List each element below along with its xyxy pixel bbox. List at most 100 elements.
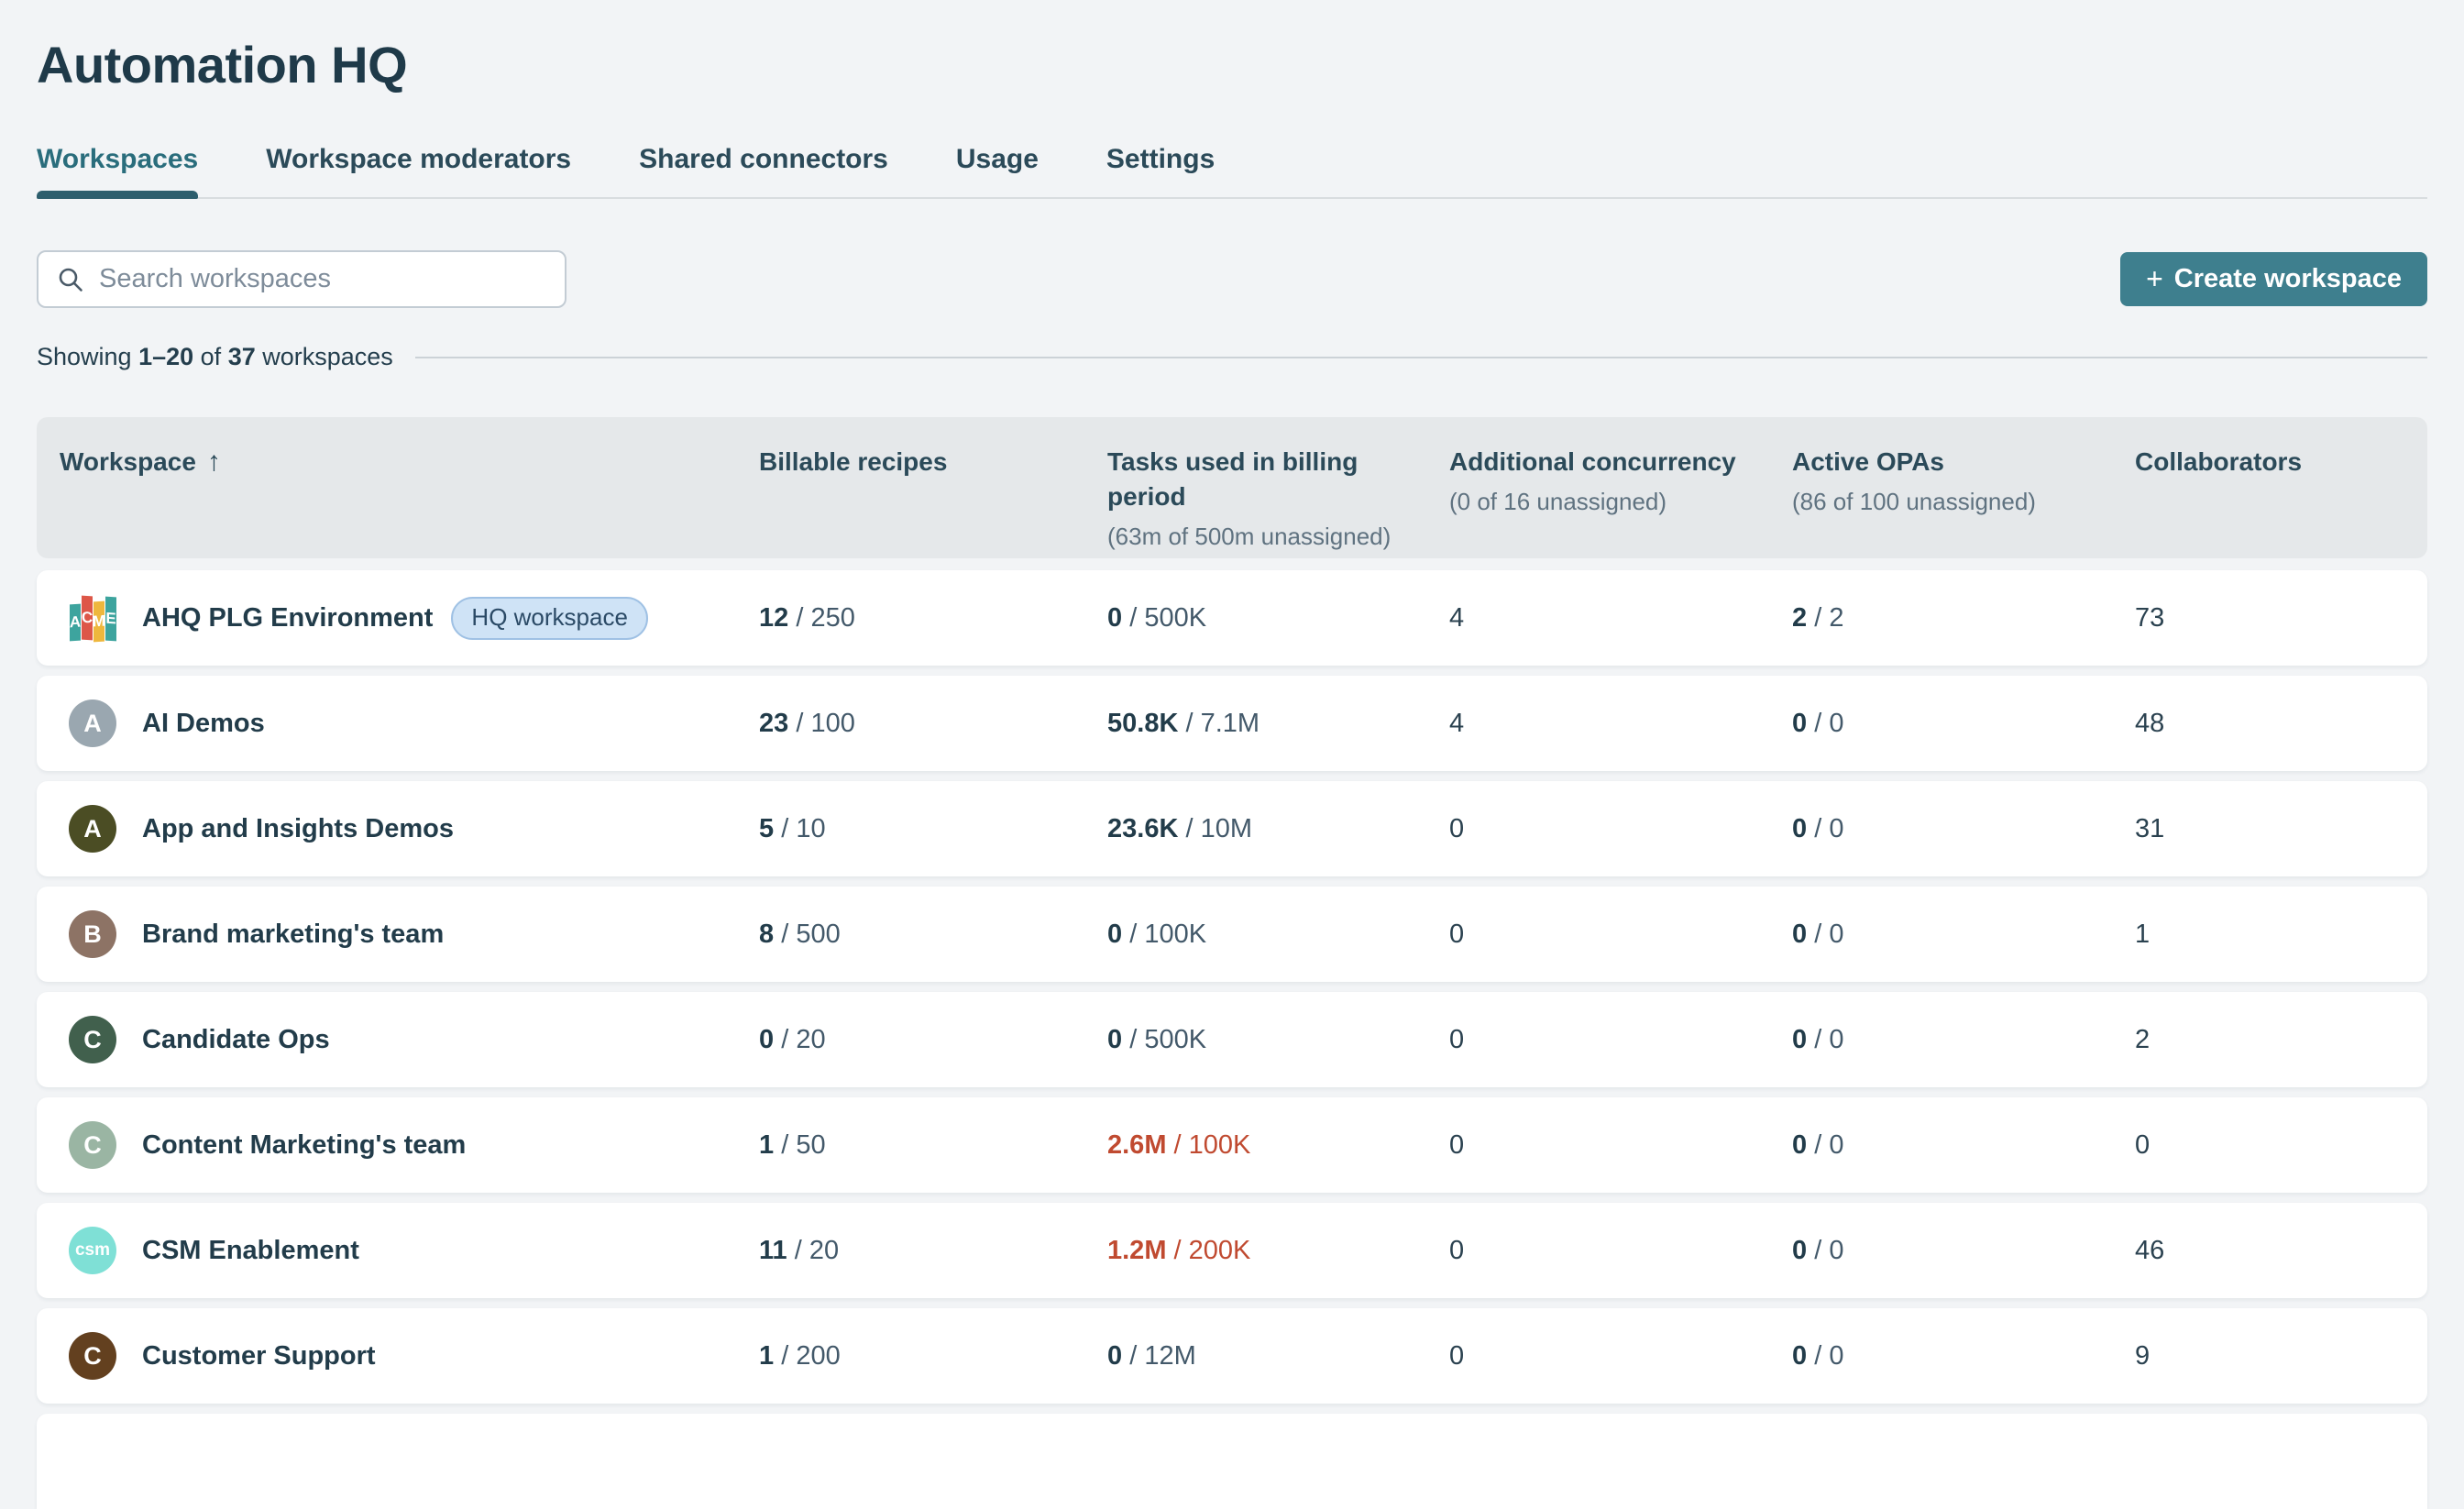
- table-row[interactable]: csm CSM Enablement 11 / 20 1.2M / 200K 0…: [37, 1203, 2427, 1298]
- tab-bar: Workspaces Workspace moderators Shared c…: [37, 144, 2427, 199]
- column-header-collaborators: Collaborators: [2112, 417, 2427, 558]
- logo-letter: A: [70, 604, 81, 642]
- column-sublabel: (86 of 100 unassigned): [1792, 487, 2112, 518]
- tasks-used-cell: 50.8K / 7.1M: [1084, 709, 1426, 739]
- workspace-cell: ACME AHQ PLG Environment HQ workspace: [37, 594, 736, 642]
- workspaces-table: Workspace↑ Billable recipes Tasks used in …: [37, 417, 2427, 1509]
- table-header-row: Workspace↑ Billable recipes Tasks used in …: [37, 417, 2427, 558]
- table-row[interactable]: B Brand marketing's team 8 / 500 0 / 100…: [37, 887, 2427, 982]
- workspace-cell: A App and Insights Demos: [37, 805, 736, 853]
- column-label: Tasks used in billing period: [1107, 447, 1358, 511]
- tab-workspaces[interactable]: Workspaces: [37, 144, 198, 197]
- toolbar: + Create workspace: [37, 250, 2427, 308]
- summary-total: 37: [228, 343, 256, 371]
- page-title: Automation HQ: [37, 35, 2427, 94]
- workspace-avatar: A: [69, 699, 116, 747]
- collaborators-cell: 48: [2112, 709, 2427, 739]
- column-label: Active OPAs: [1792, 447, 1944, 476]
- column-label: Billable recipes: [759, 447, 947, 476]
- workspace-avatar: C: [69, 1121, 116, 1169]
- workspace-avatar: C: [69, 1016, 116, 1063]
- workspace-name: App and Insights Demos: [142, 814, 454, 844]
- workspace-cell: csm CSM Enablement: [37, 1227, 736, 1274]
- column-header-additional-concurrency: Additional concurrency (0 of 16 unassigne…: [1426, 417, 1769, 558]
- column-label: Additional concurrency: [1449, 447, 1736, 476]
- additional-concurrency-cell: 0: [1426, 1341, 1769, 1371]
- next-row-partial: [37, 1414, 2427, 1509]
- summary-range: 1–20: [138, 343, 193, 371]
- additional-concurrency-cell: 4: [1426, 709, 1769, 739]
- workspace-name: Brand marketing's team: [142, 920, 444, 950]
- logo-letter: M: [94, 601, 104, 643]
- active-opas-cell: 0 / 0: [1769, 1236, 2112, 1266]
- logo-letter: E: [105, 597, 116, 642]
- workspace-name: Content Marketing's team: [142, 1130, 466, 1161]
- table-row[interactable]: A App and Insights Demos 5 / 10 23.6K / …: [37, 781, 2427, 876]
- collaborators-cell: 1: [2112, 920, 2427, 950]
- workspace-avatar: A: [69, 805, 116, 853]
- search-input[interactable]: [99, 264, 546, 294]
- additional-concurrency-cell: 0: [1426, 1130, 1769, 1161]
- active-opas-cell: 0 / 0: [1769, 709, 2112, 739]
- additional-concurrency-cell: 4: [1426, 603, 1769, 633]
- workspace-cell: A AI Demos: [37, 699, 736, 747]
- tasks-used-cell: 23.6K / 10M: [1084, 814, 1426, 844]
- collaborators-cell: 73: [2112, 603, 2427, 633]
- additional-concurrency-cell: 0: [1426, 1025, 1769, 1055]
- table-row[interactable]: A AI Demos 23 / 100 50.8K / 7.1M 4 0 / 0…: [37, 676, 2427, 771]
- workspace-avatar: B: [69, 910, 116, 958]
- tab-settings[interactable]: Settings: [1106, 144, 1215, 197]
- billable-recipes-cell: 8 / 500: [736, 920, 1084, 950]
- active-opas-cell: 0 / 0: [1769, 1025, 2112, 1055]
- collaborators-cell: 31: [2112, 814, 2427, 844]
- create-workspace-button[interactable]: + Create workspace: [2120, 252, 2427, 306]
- additional-concurrency-cell: 0: [1426, 814, 1769, 844]
- automation-hq-page: Automation HQ Workspaces Workspace moder…: [0, 35, 2464, 1509]
- workspace-avatar: C: [69, 1332, 116, 1380]
- plus-icon: +: [2146, 262, 2163, 296]
- summary-divider: [415, 357, 2427, 358]
- column-header-workspace[interactable]: Workspace↑: [37, 417, 736, 558]
- table-body: ACME AHQ PLG Environment HQ workspace 1 2…: [37, 570, 2427, 1404]
- additional-concurrency-cell: 0: [1426, 1236, 1769, 1266]
- additional-concurrency-cell: 0: [1426, 920, 1769, 950]
- tasks-used-cell: 0 / 100K: [1084, 920, 1426, 950]
- active-opas-cell: 0 / 0: [1769, 1341, 2112, 1371]
- workspace-cell: C Content Marketing's team: [37, 1121, 736, 1169]
- tasks-used-cell: 2.6M / 100K: [1084, 1130, 1426, 1161]
- tasks-used-cell: 1.2M / 200K: [1084, 1236, 1426, 1266]
- billable-recipes-cell: 5 / 10: [736, 814, 1084, 844]
- workspace-avatar: csm: [69, 1227, 116, 1274]
- workspace-cell: C Customer Support: [37, 1332, 736, 1380]
- active-opas-cell: 2 / 2: [1769, 603, 2112, 633]
- tasks-used-cell: 0 / 500K: [1084, 603, 1426, 633]
- column-label: Workspace: [60, 447, 196, 476]
- workspace-cell: B Brand marketing's team: [37, 910, 736, 958]
- workspace-cell: C Candidate Ops: [37, 1016, 736, 1063]
- tab-shared-connectors[interactable]: Shared connectors: [639, 144, 888, 197]
- billable-recipes-cell: 1 / 50: [736, 1130, 1084, 1161]
- search-icon: [57, 266, 84, 293]
- search-box: [37, 250, 566, 308]
- billable-recipes-cell: 0 / 20: [736, 1025, 1084, 1055]
- table-row[interactable]: C Customer Support 1 / 200 0 / 12M 0 0 /…: [37, 1308, 2427, 1404]
- table-row[interactable]: C Candidate Ops 0 / 20 0 / 500K 0 0 / 0 …: [37, 992, 2427, 1087]
- column-sublabel: (63m of 500m unassigned): [1107, 522, 1426, 553]
- collaborators-cell: 9: [2112, 1341, 2427, 1371]
- workspace-name: Customer Support: [142, 1341, 376, 1371]
- table-row[interactable]: C Content Marketing's team 1 / 50 2.6M /…: [37, 1097, 2427, 1193]
- table-row[interactable]: ACME AHQ PLG Environment HQ workspace 12…: [37, 570, 2427, 666]
- column-sublabel: (0 of 16 unassigned): [1449, 487, 1769, 518]
- active-opas-cell: 0 / 0: [1769, 1130, 2112, 1161]
- column-label: Collaborators: [2135, 447, 2302, 476]
- column-header-tasks-used-in-billing-period: Tasks used in billing period (63m of 500m…: [1084, 417, 1426, 558]
- workspace-name: CSM Enablement: [142, 1236, 359, 1266]
- tab-workspace-moderators[interactable]: Workspace moderators: [266, 144, 571, 197]
- hq-workspace-badge: HQ workspace: [451, 597, 648, 640]
- workspace-avatar: ACME: [69, 594, 116, 642]
- results-summary: Showing 1–20 of 37 workspaces: [37, 343, 2427, 371]
- tab-usage[interactable]: Usage: [956, 144, 1039, 197]
- billable-recipes-cell: 11 / 20: [736, 1236, 1084, 1266]
- collaborators-cell: 0: [2112, 1130, 2427, 1161]
- column-header-active-opas: Active OPAs (86 of 100 unassigned): [1769, 417, 2112, 558]
